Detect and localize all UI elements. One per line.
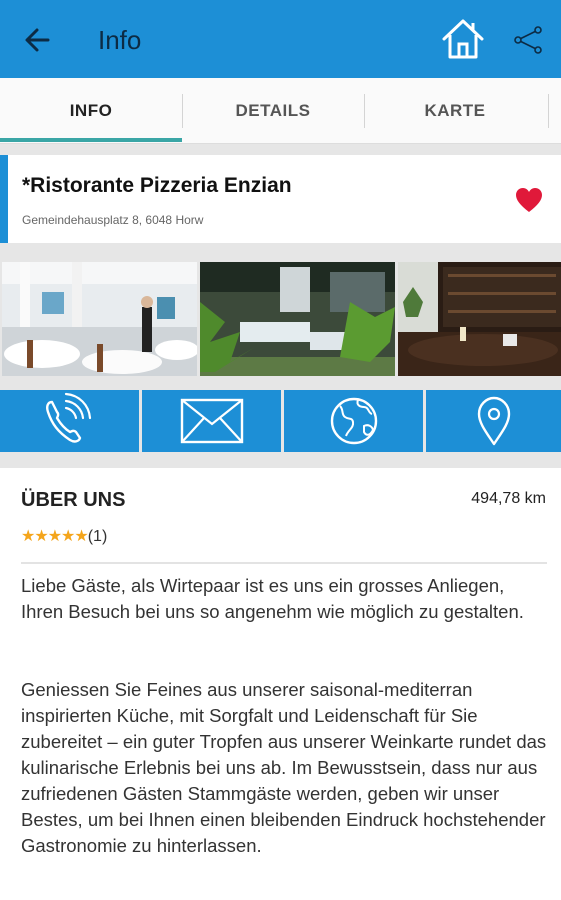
mail-icon [180,398,244,444]
restaurant-name: *Ristorante Pizzeria Enzian [22,174,292,197]
globe-icon [330,397,378,445]
location-pin-icon [477,396,511,446]
tab-divider [548,94,549,128]
rating[interactable]: ★★★★★(1) [21,526,107,546]
restaurant-interior-photo[interactable] [2,262,197,376]
call-button[interactable] [0,390,139,452]
share-button[interactable] [512,24,544,56]
restaurant-address: Gemeindehausplatz 8, 6048 Horw [22,213,204,227]
restaurant-header-card: *Ristorante Pizzeria Enzian Gemeindehaus… [0,155,561,243]
divider [21,562,547,564]
about-heading: ÜBER UNS [21,489,126,511]
email-button[interactable] [142,390,281,452]
distance-label: 494,78 km [471,490,546,507]
terrace-photo[interactable] [200,262,395,376]
tab-info[interactable]: INFO [0,78,182,144]
back-button[interactable] [18,22,58,58]
active-tab-indicator [0,138,182,142]
star-rating-icon: ★★★★★ [21,528,89,545]
tab-details[interactable]: DETAILS [182,78,364,144]
tab-divider [182,94,183,128]
phone-icon [46,392,92,443]
about-section: ÜBER UNS 494,78 km ★★★★★(1) Liebe Gäste,… [0,468,561,900]
share-icon [514,26,542,54]
home-button[interactable] [440,17,486,61]
heart-icon [516,188,542,212]
location-button[interactable] [426,390,561,452]
wine-bar-photo[interactable] [398,262,561,376]
about-paragraph-2: Geniessen Sie Feines aus unserer saisona… [21,679,547,856]
tab-bar: INFO DETAILS KARTE [0,78,561,144]
website-button[interactable] [284,390,423,452]
accent-bar [0,155,8,243]
tab-divider [364,94,365,128]
arrow-left-icon [25,28,50,52]
rating-count: (1) [87,528,108,545]
app-bar: Info [0,0,561,78]
contact-actions [0,390,561,452]
home-icon [442,19,484,59]
photo-strip [0,262,561,376]
favorite-button[interactable] [514,186,544,219]
page-title: Info [98,25,142,55]
about-paragraph-1: Liebe Gäste, als Wirtepaar ist es uns ei… [21,575,524,622]
tab-karte[interactable]: KARTE [364,78,546,144]
